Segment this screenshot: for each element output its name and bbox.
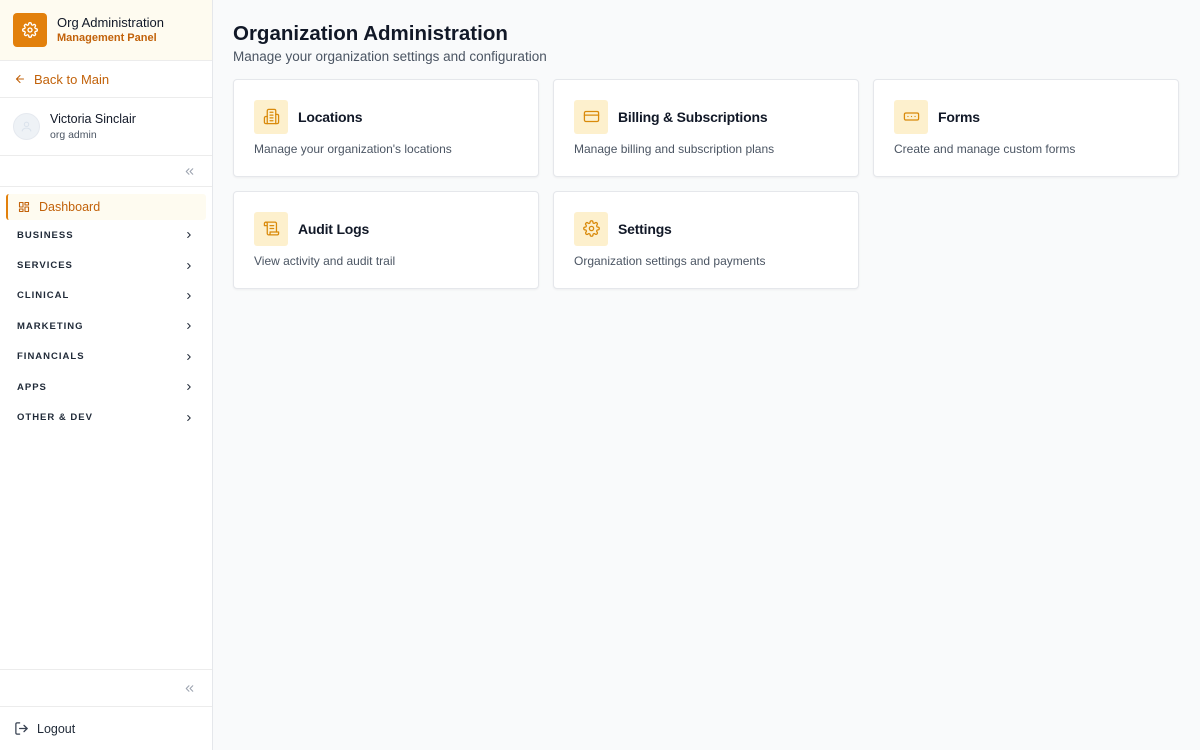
chevron-right-icon <box>187 232 191 239</box>
card-description: Manage your organization's locations <box>254 141 452 156</box>
section-label: SERVICES <box>17 260 73 272</box>
card-header: Billing & Subscriptions <box>574 99 838 134</box>
section-label: FINANCIALS <box>17 351 85 363</box>
collapse-sidebar-bottom-button[interactable] <box>183 682 196 695</box>
chevron-right-icon <box>187 384 191 391</box>
card-header: Forms <box>894 99 1158 134</box>
card-title: Forms <box>938 108 980 125</box>
user-icon <box>21 121 32 132</box>
sidebar-section-clinical[interactable]: CLINICAL <box>6 281 206 311</box>
chevron-right-icon <box>187 353 191 360</box>
user-name: Victoria Sinclair <box>50 112 136 126</box>
back-to-main-label: Back to Main <box>34 71 110 87</box>
sidebar-section-apps[interactable]: APPS <box>6 372 206 402</box>
logout-button[interactable]: Logout <box>0 707 212 750</box>
user-profile: Victoria Sinclair org admin <box>0 98 212 156</box>
gear-icon <box>574 211 608 246</box>
app-root: Org Administration Management Panel Back… <box>0 0 1200 750</box>
dashboard-grid-icon <box>18 201 30 213</box>
sidebar-collapse-row <box>0 156 212 187</box>
chevron-right-icon <box>187 292 191 299</box>
building-icon <box>254 99 288 134</box>
sidebar-section-services[interactable]: SERVICES <box>6 250 206 280</box>
user-role: org admin <box>50 128 97 141</box>
section-label: OTHER & DEV <box>17 412 93 424</box>
card-header: Locations <box>254 99 518 134</box>
card-audit-logs[interactable]: Audit Logs View activity and audit trail <box>233 190 539 289</box>
back-to-main-link[interactable]: Back to Main <box>0 61 212 98</box>
logout-label: Logout <box>37 721 76 736</box>
card-title: Billing & Subscriptions <box>618 108 768 125</box>
card-locations[interactable]: Locations Manage your organization's loc… <box>233 78 539 177</box>
chevron-right-icon <box>187 323 191 330</box>
chevrons-left-icon <box>185 167 194 175</box>
brand-header: Org Administration Management Panel <box>0 0 212 61</box>
chevrons-left-icon <box>185 684 194 692</box>
sidebar-bottom-collapse-row <box>0 669 212 707</box>
brand-text: Org Administration Management Panel <box>57 16 164 44</box>
sidebar-section-marketing[interactable]: MARKETING <box>6 311 206 341</box>
chevron-right-icon <box>187 414 191 421</box>
sidebar-section-financials[interactable]: FINANCIALS <box>6 342 206 372</box>
card-header: Audit Logs <box>254 211 518 246</box>
scroll-icon <box>254 211 288 246</box>
page-subtitle: Manage your organization settings and co… <box>233 48 547 64</box>
arrow-left-icon <box>15 74 25 84</box>
page-title: Organization Administration <box>233 22 508 45</box>
brand-title: Org Administration <box>57 15 164 30</box>
collapse-sidebar-button[interactable] <box>183 165 196 178</box>
user-info: Victoria Sinclair org admin <box>50 113 136 140</box>
gear-icon <box>13 13 47 47</box>
card-description: Create and manage custom forms <box>894 141 1076 156</box>
sidebar-nav: Dashboard BUSINESS SERVICES CLINICAL MAR… <box>0 187 212 669</box>
section-label: MARKETING <box>17 320 84 332</box>
sidebar-section-business[interactable]: BUSINESS <box>6 220 206 250</box>
chevron-right-icon <box>187 262 191 269</box>
card-title: Settings <box>618 220 672 237</box>
card-description: View activity and audit trail <box>254 253 396 268</box>
section-label: CLINICAL <box>17 290 70 302</box>
card-header: Settings <box>574 211 838 246</box>
admin-cards-grid: Locations Manage your organization's loc… <box>233 78 1180 289</box>
avatar[interactable] <box>13 113 40 140</box>
card-settings[interactable]: Settings Organization settings and payme… <box>553 190 859 289</box>
card-billing-subscriptions[interactable]: Billing & Subscriptions Manage billing a… <box>553 78 859 177</box>
sidebar-item-label: Dashboard <box>39 200 101 214</box>
main-content: Organization Administration Manage your … <box>213 0 1200 750</box>
card-title: Locations <box>298 108 363 125</box>
sidebar-item-dashboard[interactable]: Dashboard <box>6 194 206 220</box>
card-forms[interactable]: Forms Create and manage custom forms <box>873 78 1179 177</box>
card-title: Audit Logs <box>298 220 370 237</box>
form-icon <box>894 99 928 134</box>
section-label: BUSINESS <box>17 229 74 241</box>
section-label: APPS <box>17 381 47 393</box>
sidebar-section-other-dev[interactable]: OTHER & DEV <box>6 402 206 432</box>
logout-icon <box>15 722 28 735</box>
card-description: Organization settings and payments <box>574 253 766 268</box>
brand-subtitle: Management Panel <box>57 32 157 44</box>
credit-card-icon <box>574 99 608 134</box>
sidebar: Org Administration Management Panel Back… <box>0 0 213 750</box>
card-description: Manage billing and subscription plans <box>574 141 775 156</box>
